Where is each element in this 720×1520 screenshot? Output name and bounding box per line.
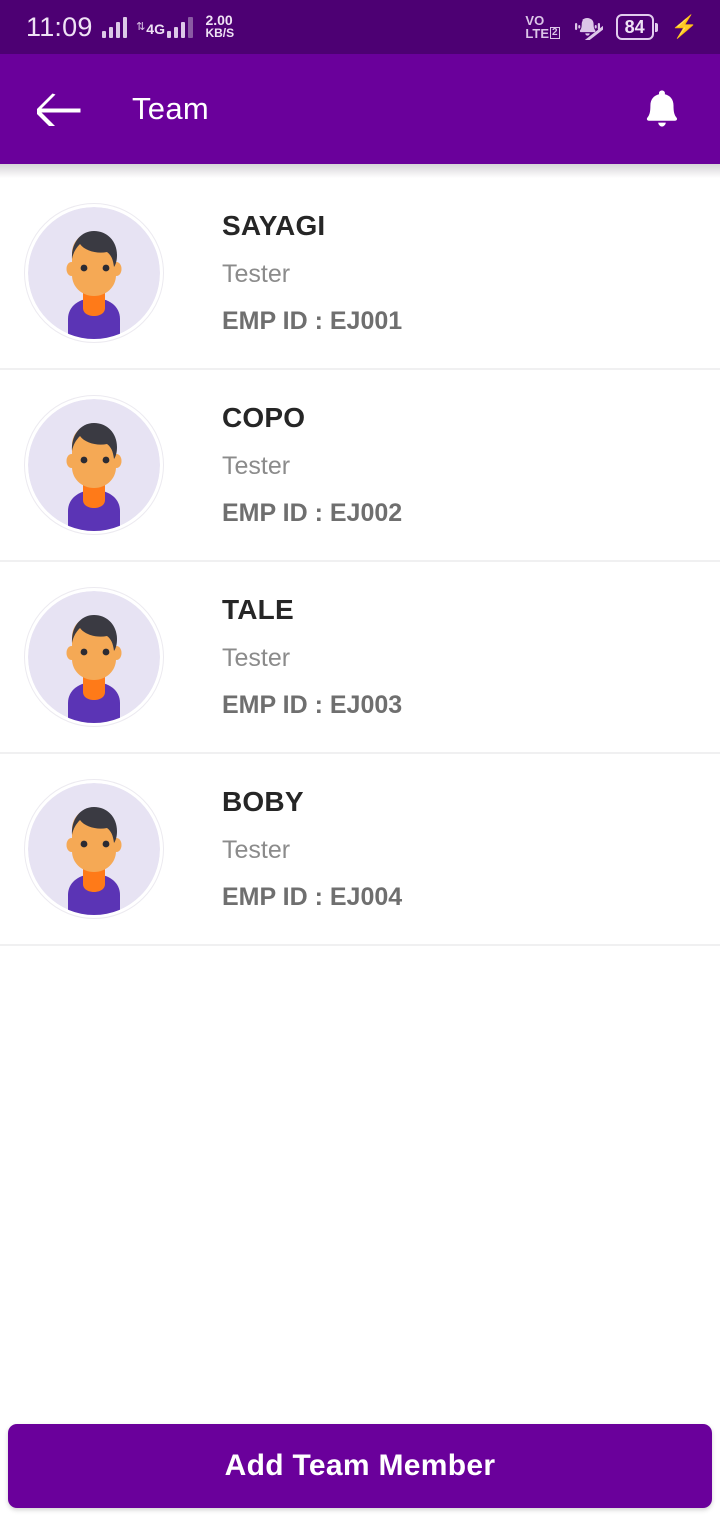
avatar-male-icon: [28, 591, 160, 723]
avatar-male-icon: [28, 399, 160, 531]
member-role: Tester: [222, 644, 291, 672]
charging-bolt-icon: ⚡: [670, 14, 698, 39]
member-name: COPO: [222, 402, 306, 433]
app-bar: Team: [0, 54, 720, 164]
network-type-group: ⇅ 4G: [136, 21, 165, 37]
data-transfer-arrows-icon: ⇅: [136, 21, 146, 33]
table-row[interactable]: BOBY Tester EMP ID : EJ004: [0, 754, 720, 946]
table-row[interactable]: TALE Tester EMP ID : EJ003: [0, 562, 720, 754]
volte-sim-badge: 2: [550, 27, 560, 39]
network-speed: 2.00 KB/S: [205, 13, 235, 40]
battery-level-label: 84: [615, 14, 654, 40]
team-member-list: SAYAGI Tester EMP ID : EJ001 COPO Tester…: [0, 178, 720, 1424]
network-speed-unit: KB/S: [205, 26, 235, 40]
avatar-male-icon: [28, 207, 160, 339]
member-emp-id: EMP ID : EJ001: [222, 307, 403, 335]
member-role: Tester: [222, 260, 291, 288]
volte-label: VO LTE: [525, 14, 549, 40]
mobile-data-icon: ⇅ 4G: [136, 16, 194, 38]
avatar: [24, 587, 164, 727]
page-title: Team: [132, 91, 210, 126]
app-bar-shadow: [0, 164, 720, 178]
member-name: SAYAGI: [222, 210, 326, 241]
member-emp-id: EMP ID : EJ002: [222, 499, 403, 527]
data-signal-bars-icon: [166, 16, 186, 38]
member-name: BOBY: [222, 786, 304, 817]
member-role: Tester: [222, 836, 291, 864]
status-bar: 11:09 ⇅ 4G 2.00 KB/S VO LTE 2 84 ⚡: [0, 0, 720, 54]
arrow-left-icon: [37, 93, 81, 126]
avatar: [24, 779, 164, 919]
network-type-label: 4G: [146, 21, 165, 37]
app-screen: 11:09 ⇅ 4G 2.00 KB/S VO LTE 2 84 ⚡ Team …: [0, 0, 720, 1520]
add-team-member-button[interactable]: Add Team Member: [8, 1424, 712, 1508]
status-clock: 11:09: [26, 11, 93, 42]
table-row[interactable]: COPO Tester EMP ID : EJ002: [0, 370, 720, 562]
volte-label-line2: LTE: [525, 26, 549, 41]
member-emp-id: EMP ID : EJ004: [222, 883, 403, 911]
battery-cap: [654, 22, 658, 32]
member-emp-id: EMP ID : EJ003: [222, 691, 403, 719]
back-button[interactable]: [34, 83, 86, 135]
volte-icon: VO LTE 2: [525, 14, 560, 40]
member-role: Tester: [222, 452, 291, 480]
member-info: COPO Tester EMP ID : EJ002: [222, 402, 402, 528]
avatar: [24, 203, 164, 343]
table-row[interactable]: SAYAGI Tester EMP ID : EJ001: [0, 178, 720, 370]
member-name: TALE: [222, 594, 294, 625]
member-info: TALE Tester EMP ID : EJ003: [222, 594, 402, 720]
avatar: [24, 395, 164, 535]
status-bar-left: 11:09 ⇅ 4G 2.00 KB/S: [26, 12, 234, 43]
bell-muted-icon: [574, 17, 603, 40]
battery-icon: 84: [615, 14, 658, 40]
avatar-male-icon: [28, 783, 160, 915]
member-info: SAYAGI Tester EMP ID : EJ001: [222, 210, 402, 336]
signal-strength-icon: [101, 16, 128, 38]
sim-slot-empty-bar-icon: [188, 17, 194, 38]
bell-icon: [646, 90, 678, 127]
status-bar-right: VO LTE 2 84 ⚡: [525, 14, 698, 40]
bottom-bar: Add Team Member: [0, 1424, 720, 1520]
member-info: BOBY Tester EMP ID : EJ004: [222, 786, 402, 912]
notifications-button[interactable]: [636, 83, 688, 135]
